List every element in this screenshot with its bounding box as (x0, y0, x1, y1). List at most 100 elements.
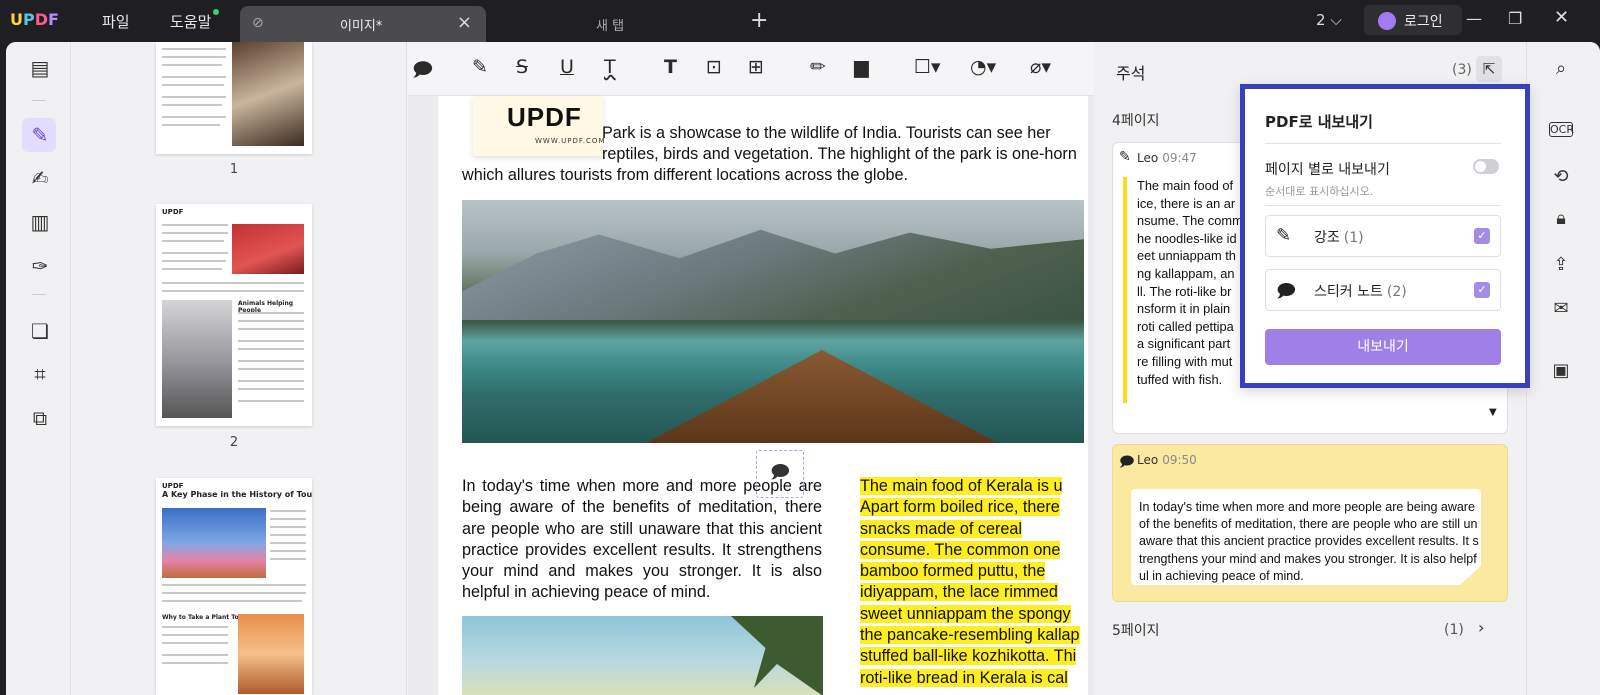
comment-icon: 🗩 (1119, 454, 1135, 470)
cat-image (162, 300, 232, 418)
pencil-icon[interactable]: ✏ (810, 56, 826, 78)
menu-file[interactable]: 파일 (102, 11, 130, 32)
restore-icon[interactable]: ❐ (1508, 9, 1522, 28)
save-icon[interactable]: ▣ (1549, 360, 1573, 381)
squiggly-icon[interactable]: T (604, 56, 616, 78)
menu-help[interactable]: 도움말 (170, 11, 211, 32)
option-highlight[interactable]: ✎ 강조 (1) ✓ (1265, 215, 1501, 257)
sticky-note-card[interactable]: 🗩 Leo 09:50 In today's time when more and… (1112, 444, 1508, 602)
textbox-icon[interactable]: ⊡ (706, 56, 722, 78)
search-icon[interactable]: ⌕ (1549, 58, 1573, 79)
window-count[interactable]: 2 ⌵ (1316, 11, 1342, 29)
page-5-label[interactable]: 5페이지 (1112, 620, 1160, 640)
option-count: (1) (1343, 230, 1364, 246)
shape-icon[interactable]: ☐▾ (914, 56, 941, 78)
ocr-icon[interactable]: OCR (1549, 122, 1574, 137)
tab-image[interactable]: ⊘ 이미지* × (240, 6, 486, 42)
close-tab-icon[interactable]: × (457, 12, 472, 33)
highlighter-icon[interactable]: ✎ (26, 121, 54, 149)
dog-image (232, 42, 304, 146)
sticker-icon[interactable]: ◔▾ (970, 56, 996, 78)
attachment-icon[interactable]: ⌀▾ (1030, 56, 1051, 78)
export-button[interactable]: 내보내기 (1265, 329, 1501, 365)
login-button[interactable]: 로그인 (1364, 5, 1462, 35)
convert-icon[interactable]: ⟲ (1549, 166, 1573, 187)
window-count-value: 2 (1316, 11, 1326, 29)
edit-pdf-icon[interactable]: ✍ (26, 164, 54, 192)
right-toolbar: ⌕ OCR ⟲ 🔒︎ ⇪ ✉ ▣ (1526, 42, 1600, 695)
divider (1265, 205, 1501, 206)
text-icon[interactable]: T (664, 56, 677, 78)
thumbnail-page-2[interactable]: UPDF Animals Helping People (156, 204, 312, 426)
title-bar: UPDF 파일 도움말 ⊘ 이미지* × 새 탭 + 2 ⌵ 로그인 — ❐ ✕ (0, 0, 1600, 42)
updf-mini-logo: UPDF (162, 482, 184, 490)
text-callout-icon[interactable]: ⊞ (748, 56, 764, 78)
sticky-note-text: In today's time when more and more peopl… (1139, 500, 1479, 583)
per-page-toggle[interactable] (1473, 159, 1499, 174)
underline-icon[interactable]: U (560, 56, 574, 78)
chevron-right-icon[interactable]: › (1478, 618, 1484, 637)
checkbox-checked-icon[interactable]: ✓ (1474, 282, 1490, 298)
organize-icon[interactable]: ❏ (26, 317, 54, 345)
comment-icon[interactable]: 🗩 (412, 56, 433, 88)
close-window-icon[interactable]: ✕ (1554, 7, 1569, 28)
highlighted-text-line: snacks made of cereal (860, 519, 1022, 538)
highlighted-text-line: consume. The common one (860, 540, 1061, 559)
caret-down-icon[interactable]: ▼ (1489, 407, 1497, 418)
highlighted-text-line: stuffed ball-like kozhikotta. Thi (860, 647, 1077, 666)
highlighted-text-line: Apart form boiled rice, there (860, 498, 1060, 517)
divider (32, 100, 46, 101)
annotation-text-line: ng kallappam, an (1137, 265, 1235, 281)
notification-dot (213, 9, 219, 15)
annotation-author: Leo 09:50 (1137, 453, 1197, 467)
checkbox-checked-icon[interactable]: ✓ (1474, 228, 1490, 244)
eiffel-image (238, 614, 304, 694)
annotation-text-line: nsume. The comm (1137, 213, 1243, 229)
hidden-icon: ⊘ (252, 15, 264, 31)
option-label: 강조 (1314, 230, 1340, 246)
export-pdf-popup: PDF로 내보내기 페이지 별로 내보내기 순서대로 표시하십시오. ✎ 강조(… (1240, 84, 1530, 388)
thumbnail-page-1[interactable] (156, 42, 312, 154)
highlighted-text-line: the pancake-resembling kallap (860, 626, 1080, 645)
updf-mini-logo: UPDF (162, 208, 184, 216)
annotation-text: The main food of ice, there is an ar nsume… (1137, 177, 1249, 388)
add-tab-icon[interactable]: + (750, 8, 768, 33)
annotation-text-line: The main food of (1137, 178, 1234, 193)
document-area: 🗩 ✎ S U T T ⊡ ⊞ ✏ ▆ ☐▾ ◔▾ ⌀▾ Park is a s… (408, 42, 1094, 695)
protect-icon[interactable]: 🔒︎ (1549, 208, 1573, 229)
option-sticky-note[interactable]: 🗩 스티커 노트 (2) ✓ (1265, 269, 1501, 311)
thumbnail-panel: 1 UPDF Animals Helping People 2 UPDF A K… (72, 42, 407, 695)
layers-icon[interactable]: ⧉ (26, 404, 54, 432)
thumbnail-page-3[interactable]: UPDF A Key Phase in the History of Touri… (156, 478, 312, 695)
highlight-icon[interactable]: ✎ (472, 56, 488, 78)
option-count: (2) (1386, 284, 1407, 300)
tab-new[interactable]: 새 탭 (596, 15, 624, 34)
share-icon[interactable]: ⇪ (1549, 254, 1573, 275)
author-name: Leo (1137, 453, 1159, 467)
per-page-label: 페이지 별로 내보내기 (1265, 162, 1390, 178)
annotation-text-line: he noodles-like id (1137, 230, 1237, 246)
sign-icon[interactable]: ✑ (26, 252, 54, 280)
annotation-text-line: roti called pettipa (1137, 318, 1234, 334)
form-icon[interactable]: ▥ (26, 208, 54, 236)
boat-lake-image (462, 200, 1084, 443)
strikethrough-icon[interactable]: S (516, 56, 528, 78)
minimize-icon[interactable]: — (1466, 9, 1482, 28)
eraser-icon[interactable]: ▆ (854, 56, 869, 78)
author-name: Leo (1137, 151, 1159, 165)
crop-icon[interactable]: ⌗ (26, 360, 54, 388)
car-image (162, 508, 266, 578)
reader-icon[interactable]: ▤ (26, 54, 54, 82)
stamp-url: WWW.UPDF.COM (535, 137, 606, 145)
comment-icon: 🗩 (1276, 281, 1296, 302)
annotation-text-line: nsform it in plain (1137, 301, 1231, 317)
login-label: 로그인 (1404, 14, 1443, 30)
highlighted-text-line: idiyappam, the lace rimmed (860, 583, 1058, 602)
updf-stamp[interactable]: UPDF WWW.UPDF.COM (473, 96, 606, 156)
thumbnail-number: 2 (229, 435, 239, 450)
highlighter-icon: ✎ (1119, 149, 1131, 165)
mail-icon[interactable]: ✉ (1549, 298, 1573, 319)
annotation-text-line: re filling with mut (1137, 353, 1233, 369)
sticky-note-marker[interactable]: 🗩 (756, 450, 804, 498)
thumbnail-number: 1 (229, 162, 239, 177)
